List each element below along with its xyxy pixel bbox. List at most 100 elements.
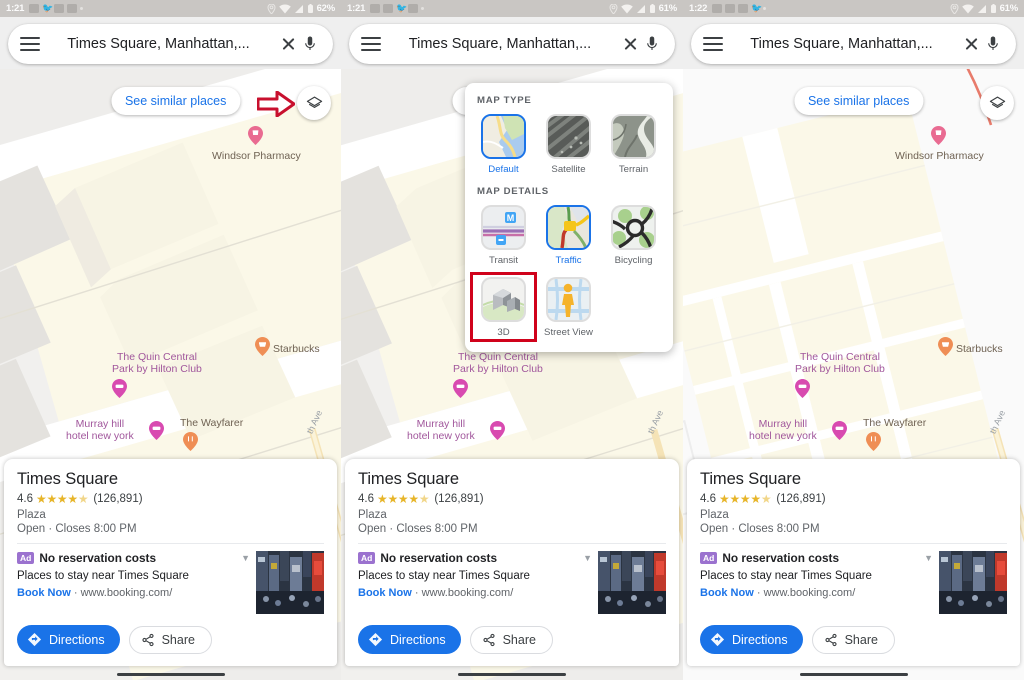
dot-icon bbox=[80, 7, 84, 10]
search-bar-container: Times Square, Manhattan,... bbox=[683, 17, 1024, 69]
search-bar[interactable]: Times Square, Manhattan,... bbox=[8, 24, 333, 64]
close-icon[interactable] bbox=[960, 33, 982, 55]
chevron-down-icon[interactable]: ▼ bbox=[583, 551, 592, 563]
map-type-terrain-label: Terrain bbox=[618, 164, 649, 175]
see-similar-places-button[interactable]: See similar places bbox=[110, 87, 241, 115]
map-detail-transit[interactable]: M Transit bbox=[477, 205, 530, 266]
half-star-icon: ★ bbox=[760, 492, 772, 506]
layers-icon[interactable] bbox=[980, 86, 1014, 120]
share-button[interactable]: Share bbox=[469, 625, 553, 654]
ad-cta-link[interactable]: Book Now bbox=[17, 587, 71, 599]
location-icon bbox=[609, 3, 618, 14]
search-input[interactable]: Times Square, Manhattan,... bbox=[727, 36, 956, 52]
wifi-icon bbox=[961, 3, 974, 14]
ad-subtitle: Places to stay near Times Square bbox=[358, 570, 530, 582]
map-type-section-header: MAP TYPE bbox=[477, 95, 532, 106]
android-nav-pill[interactable] bbox=[458, 673, 566, 676]
share-button[interactable]: Share bbox=[811, 625, 895, 654]
search-input[interactable]: Times Square, Manhattan,... bbox=[385, 36, 615, 52]
android-nav-pill[interactable] bbox=[116, 673, 225, 676]
review-count: (126,891) bbox=[93, 493, 143, 505]
directions-button[interactable]: Directions bbox=[17, 625, 120, 654]
ad-thumbnail[interactable] bbox=[598, 551, 666, 614]
search-input[interactable]: Times Square, Manhattan,... bbox=[44, 36, 273, 52]
directions-icon bbox=[368, 632, 383, 647]
status-bar-clock: 1:21 bbox=[6, 3, 25, 14]
map-type-default[interactable]: Default bbox=[477, 114, 530, 175]
search-bar[interactable]: Times Square, Manhattan,... bbox=[349, 24, 675, 64]
hamburger-icon[interactable] bbox=[361, 37, 381, 51]
dot-icon bbox=[763, 7, 767, 10]
three-panel-screenshot: 1:21 🐦 62% Times Square, Manhattan,... S… bbox=[0, 0, 1024, 680]
place-info-card: Times Square 4.6 ★★★★ ★ (126,891) Plaza O… bbox=[687, 459, 1020, 666]
ad-url: www.booking.com/ bbox=[421, 587, 514, 599]
ad-thumbnail[interactable] bbox=[256, 551, 324, 614]
search-bar-container: Times Square, Manhattan,... bbox=[341, 17, 683, 69]
ad-cta-link[interactable]: Book Now bbox=[358, 587, 412, 599]
ad-url: www.booking.com/ bbox=[80, 587, 173, 599]
chevron-down-icon[interactable]: ▼ bbox=[241, 551, 250, 563]
ad-headline-row: Ad No reservation costs bbox=[358, 551, 581, 565]
ad-headline: No reservation costs bbox=[39, 551, 157, 565]
close-icon[interactable] bbox=[277, 33, 299, 55]
share-button-label: Share bbox=[161, 632, 195, 647]
times-square-photo bbox=[256, 551, 324, 614]
ad-text-column: Ad No reservation costs Places to stay n… bbox=[358, 551, 581, 599]
signal-icon bbox=[294, 4, 304, 14]
ad-cta-link[interactable]: Book Now bbox=[700, 587, 754, 599]
directions-button-label: Directions bbox=[390, 632, 446, 647]
ad-badge: Ad bbox=[700, 552, 718, 564]
status-bar-system-icons: 62% bbox=[267, 3, 335, 14]
map-type-terrain[interactable]: Terrain bbox=[607, 114, 660, 175]
divider bbox=[358, 543, 666, 544]
wifi-icon bbox=[620, 3, 633, 14]
map-detail-traffic[interactable]: Traffic bbox=[542, 205, 595, 266]
directions-button[interactable]: Directions bbox=[700, 625, 803, 654]
mic-icon[interactable] bbox=[299, 33, 321, 55]
ad-block[interactable]: Ad No reservation costs Places to stay n… bbox=[358, 551, 666, 614]
map-detail-street-view[interactable]: Street View bbox=[542, 277, 595, 338]
close-icon[interactable] bbox=[619, 33, 641, 55]
android-nav-pill[interactable] bbox=[799, 673, 908, 676]
directions-button[interactable]: Directions bbox=[358, 625, 461, 654]
see-similar-places-button[interactable]: See similar places bbox=[793, 87, 924, 115]
hamburger-icon[interactable] bbox=[20, 37, 40, 51]
mic-icon[interactable] bbox=[641, 33, 663, 55]
search-bar[interactable]: Times Square, Manhattan,... bbox=[691, 24, 1016, 64]
review-count: (126,891) bbox=[434, 493, 484, 505]
place-hours: Open · Closes 8:00 PM bbox=[17, 523, 137, 535]
news-icon bbox=[738, 4, 749, 13]
map-type-grid: Default Satellite Terrain bbox=[477, 114, 661, 175]
mic-icon[interactable] bbox=[982, 33, 1004, 55]
download-icon bbox=[408, 4, 419, 13]
map-type-default-label: Default bbox=[488, 164, 519, 175]
threed-tile-icon bbox=[481, 277, 526, 322]
map-type-satellite[interactable]: Satellite bbox=[542, 114, 595, 175]
chevron-down-icon[interactable]: ▼ bbox=[924, 551, 933, 563]
status-bar: 1:21 🐦 62% bbox=[0, 0, 341, 17]
layers-icon[interactable] bbox=[297, 86, 331, 120]
phone-screen-panel-1: 1:21 🐦 62% Times Square, Manhattan,... S… bbox=[0, 0, 341, 680]
street-view-tile-icon bbox=[546, 277, 591, 322]
rating-row: 4.6 ★★★★ ★ (126,891) bbox=[358, 492, 666, 506]
status-bar-clock: 1:22 bbox=[689, 3, 708, 14]
hamburger-icon[interactable] bbox=[703, 37, 723, 51]
location-icon bbox=[267, 3, 276, 14]
rating-stars: ★★★★ ★ bbox=[377, 492, 430, 506]
map-detail-bicycling[interactable]: Bicycling bbox=[607, 205, 660, 266]
contacts-icon bbox=[67, 4, 78, 13]
share-button[interactable]: Share bbox=[128, 625, 212, 654]
photos-icon bbox=[383, 4, 394, 13]
ad-block[interactable]: Ad No reservation costs Places to stay n… bbox=[17, 551, 324, 614]
map-detail-3d[interactable]: 3D bbox=[470, 272, 537, 342]
directions-icon bbox=[27, 632, 42, 647]
ad-separator: · bbox=[411, 587, 422, 599]
ad-block[interactable]: Ad No reservation costs Places to stay n… bbox=[700, 551, 1007, 614]
ad-headline: No reservation costs bbox=[722, 551, 840, 565]
ad-text-column: Ad No reservation costs Places to stay n… bbox=[17, 551, 239, 599]
location-icon bbox=[950, 3, 959, 14]
place-info-card: Times Square 4.6 ★★★★ ★ (126,891) Plaza O… bbox=[345, 459, 679, 666]
ad-thumbnail[interactable] bbox=[939, 551, 1007, 614]
contacts-icon bbox=[712, 4, 723, 13]
ad-badge: Ad bbox=[17, 552, 35, 564]
